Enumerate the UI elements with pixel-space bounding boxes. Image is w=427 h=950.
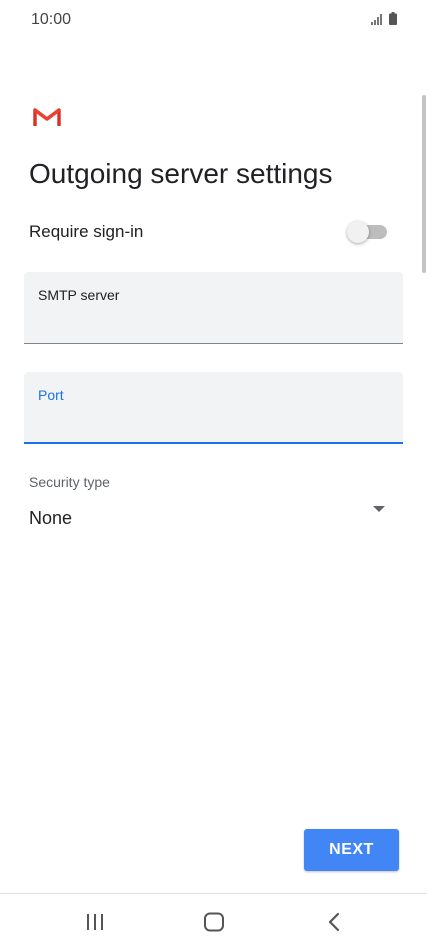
- signal-icon: [371, 12, 383, 30]
- status-bar: 10:00: [0, 0, 427, 40]
- gmail-logo: [33, 106, 61, 127]
- port-input[interactable]: [38, 410, 388, 432]
- navigation-bar: [0, 893, 427, 950]
- status-icons: [371, 12, 397, 30]
- port-label: Port: [38, 387, 64, 403]
- toggle-thumb: [347, 221, 369, 243]
- home-icon[interactable]: [199, 910, 229, 934]
- status-time: 10:00: [31, 11, 72, 28]
- security-type-dropdown[interactable]: Security type None: [29, 474, 389, 534]
- recents-icon[interactable]: [80, 910, 110, 934]
- page-title: Outgoing server settings: [29, 158, 333, 189]
- scrollbar[interactable]: [422, 95, 426, 273]
- require-signin-label: Require sign-in: [29, 222, 144, 241]
- battery-icon: [389, 12, 397, 30]
- next-button[interactable]: NEXT: [304, 829, 399, 871]
- require-signin-toggle[interactable]: [347, 221, 387, 243]
- smtp-server-field[interactable]: SMTP server: [24, 272, 403, 344]
- port-field[interactable]: Port: [24, 372, 403, 444]
- screen: 10:00 Outgoing server settings Require s…: [0, 0, 427, 950]
- security-type-label: Security type: [29, 474, 110, 490]
- smtp-server-label: SMTP server: [38, 287, 120, 303]
- require-signin-row[interactable]: Require sign-in: [29, 220, 387, 244]
- security-type-value: None: [29, 508, 73, 528]
- smtp-server-input[interactable]: [38, 310, 388, 332]
- back-icon[interactable]: [319, 910, 349, 934]
- chevron-down-icon: [373, 506, 385, 512]
